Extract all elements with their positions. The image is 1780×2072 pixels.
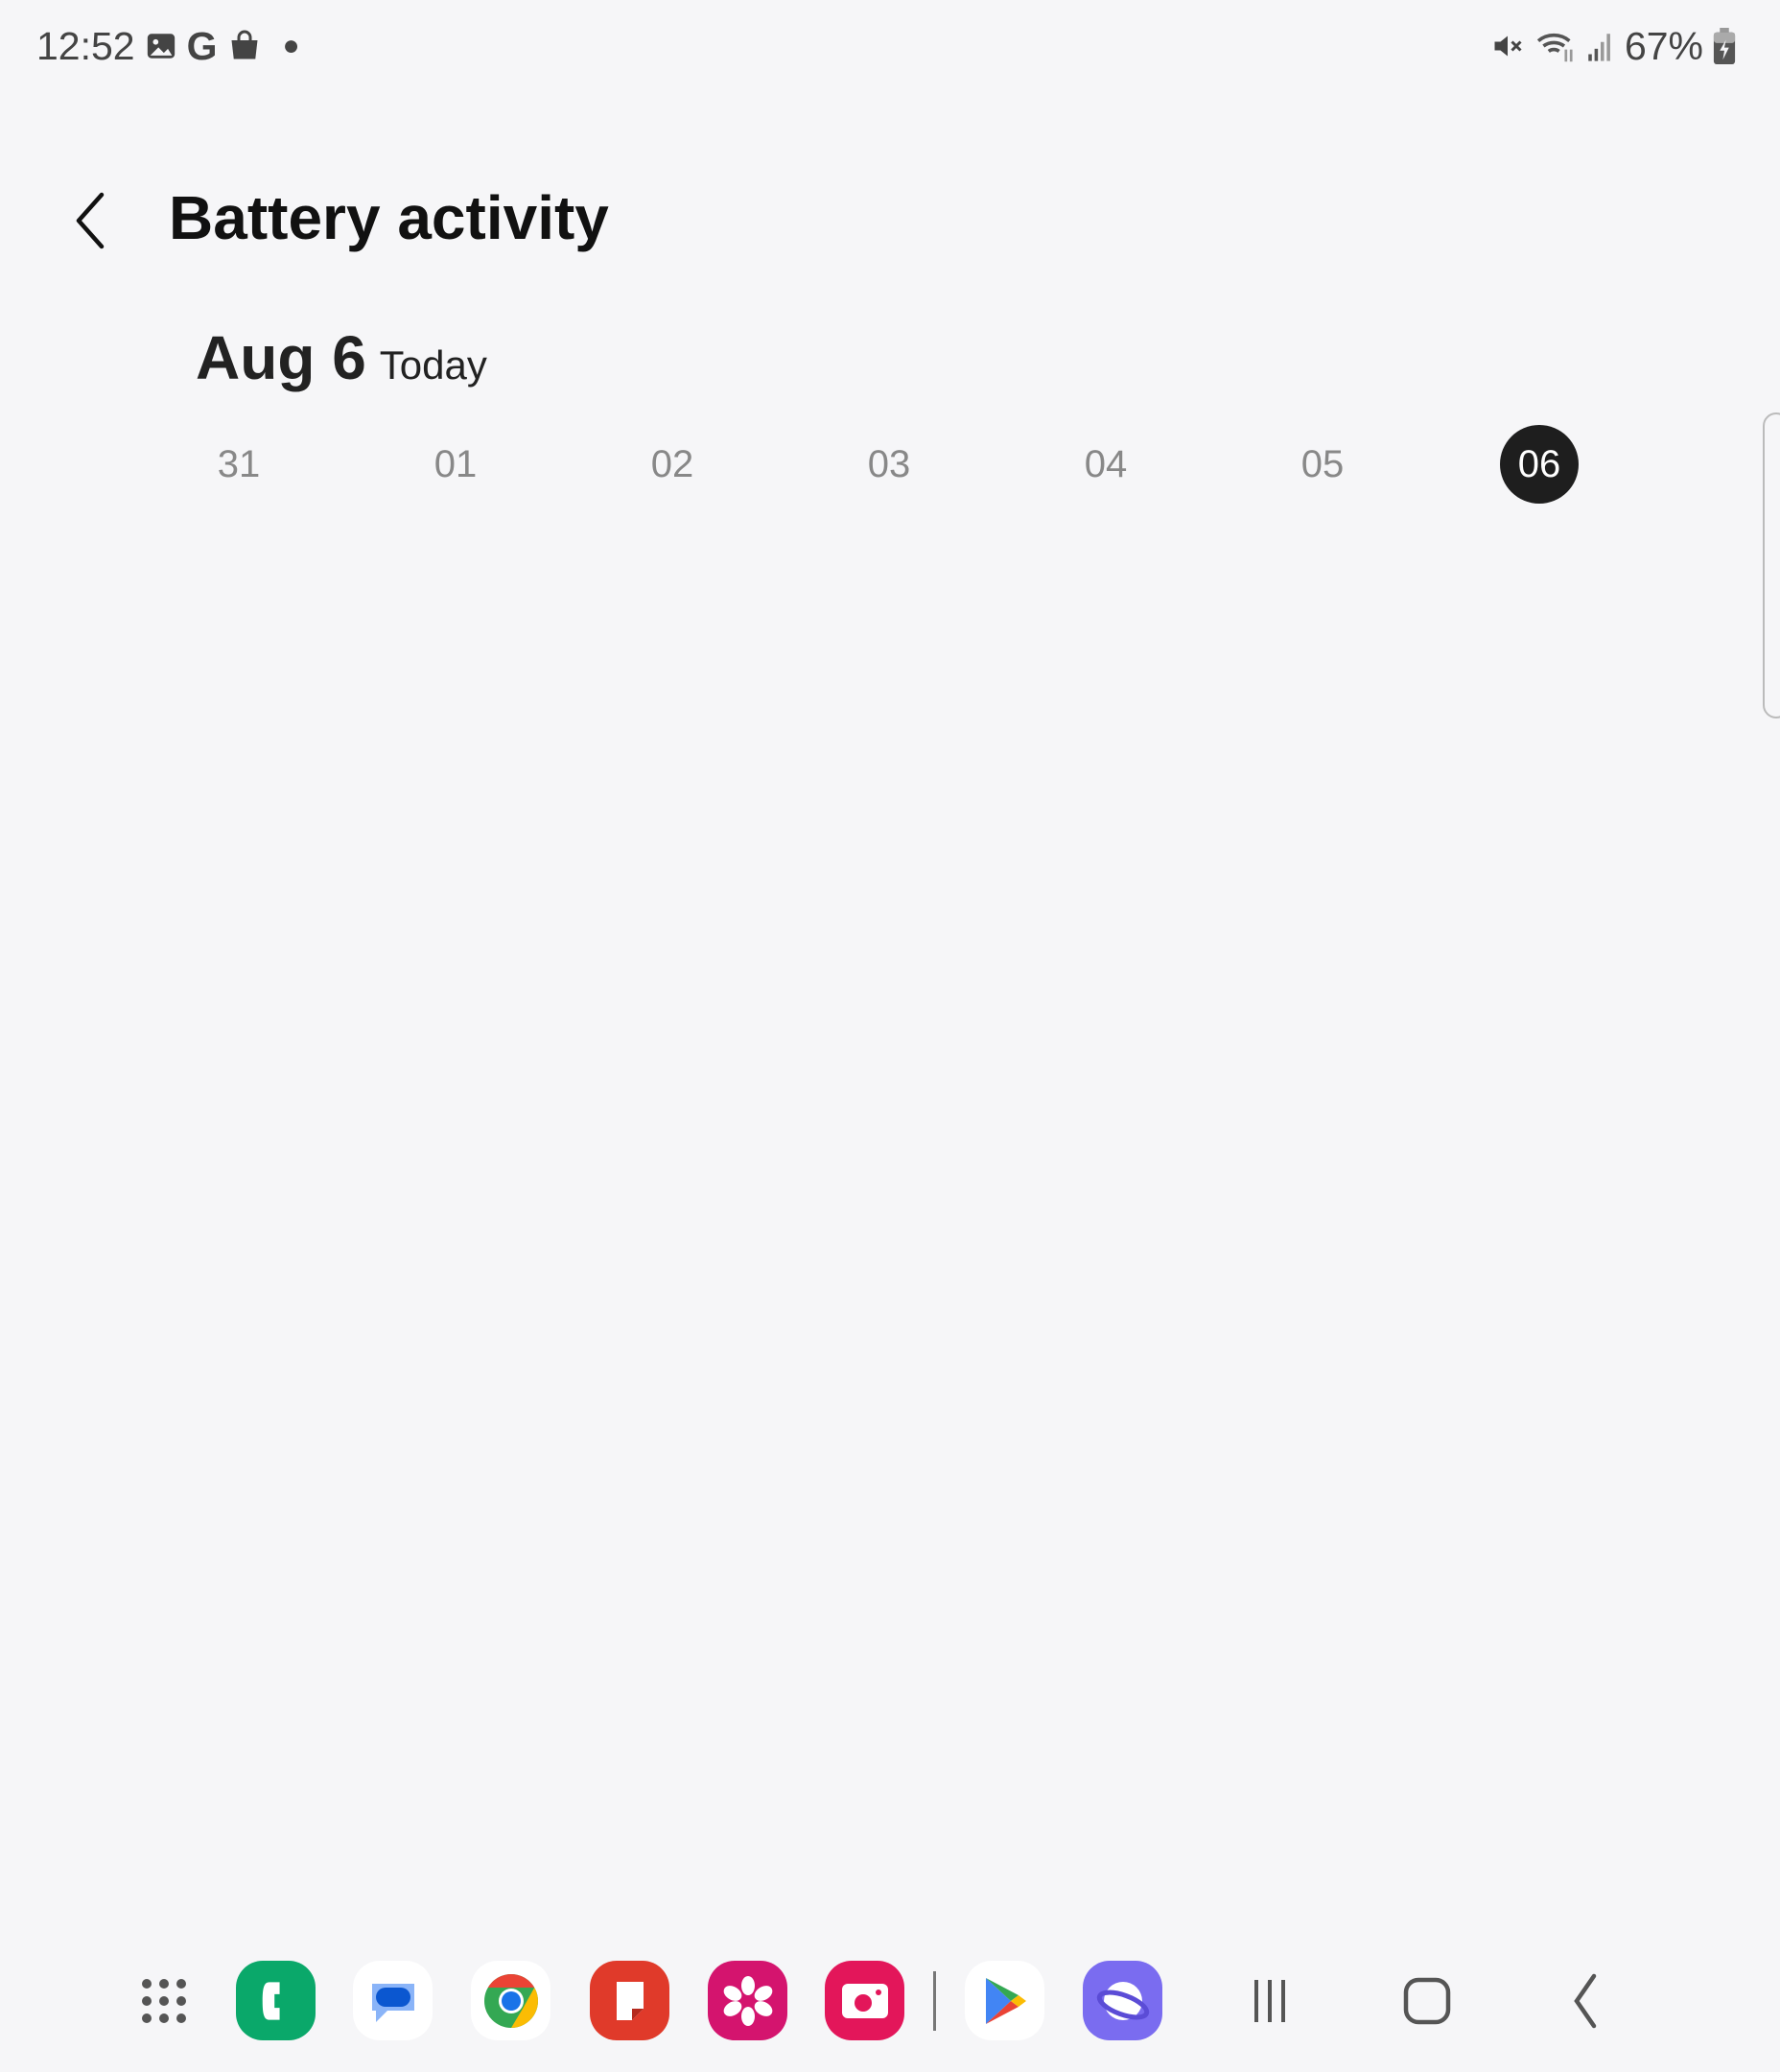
signal-icon — [1588, 34, 1610, 61]
day-01[interactable]: 01 — [416, 425, 495, 504]
day-31[interactable]: 31 — [199, 425, 278, 504]
home-button[interactable] — [1396, 1970, 1458, 2032]
play-store-icon — [985, 1977, 1026, 2024]
day-02[interactable]: 02 — [633, 425, 712, 504]
date-sublabel: Today — [379, 342, 487, 388]
chrome-app-icon[interactable] — [471, 1961, 550, 2040]
messages-icon — [371, 1983, 414, 2022]
mute-icon — [1494, 35, 1522, 57]
status-bar-left: 12:52 G ● — [36, 21, 300, 71]
recents-button[interactable] — [1239, 1970, 1300, 2032]
notes-icon — [616, 1981, 644, 2020]
edge-panel-handle[interactable] — [1763, 412, 1780, 718]
date-label: Aug 6 — [196, 323, 366, 392]
gallery-icon — [147, 34, 175, 59]
wifi-icon — [1536, 33, 1573, 62]
dock-divider — [933, 1971, 936, 2031]
day-04[interactable]: 04 — [1066, 425, 1145, 504]
app-drawer-icon[interactable] — [133, 1970, 195, 2032]
back-button[interactable] — [69, 187, 117, 254]
camera-app-icon[interactable] — [825, 1961, 904, 2040]
phone-icon — [262, 1981, 280, 2020]
planet-icon — [1096, 1981, 1149, 2020]
phone-app-icon[interactable] — [236, 1961, 316, 2040]
internet-app-icon[interactable] — [1083, 1961, 1162, 2040]
selected-date: Aug 6 Today — [196, 322, 487, 393]
battery-percent: 67% — [1624, 23, 1703, 68]
day-06-selected[interactable]: 06 — [1500, 425, 1579, 504]
status-time: 12:52 — [36, 23, 135, 68]
gallery-app-icon[interactable] — [708, 1961, 787, 2040]
play-store-app-icon[interactable] — [965, 1961, 1044, 2040]
chrome-icon — [483, 1973, 538, 2028]
google-icon: G — [186, 23, 218, 68]
flower-icon — [723, 1975, 772, 2026]
dot-icon: ● — [282, 30, 300, 61]
page-title: Battery activity — [169, 183, 609, 252]
day-03[interactable]: 03 — [850, 425, 928, 504]
battery-charging-icon — [1713, 28, 1736, 64]
day-05[interactable]: 05 — [1283, 425, 1362, 504]
messages-app-icon[interactable] — [353, 1961, 433, 2040]
status-bar-right: 67% — [1490, 21, 1736, 71]
camera-icon — [841, 1983, 888, 2018]
notes-app-icon[interactable] — [590, 1961, 669, 2040]
shopping-bag-icon — [231, 30, 258, 59]
nav-back-button[interactable] — [1556, 1970, 1617, 2032]
